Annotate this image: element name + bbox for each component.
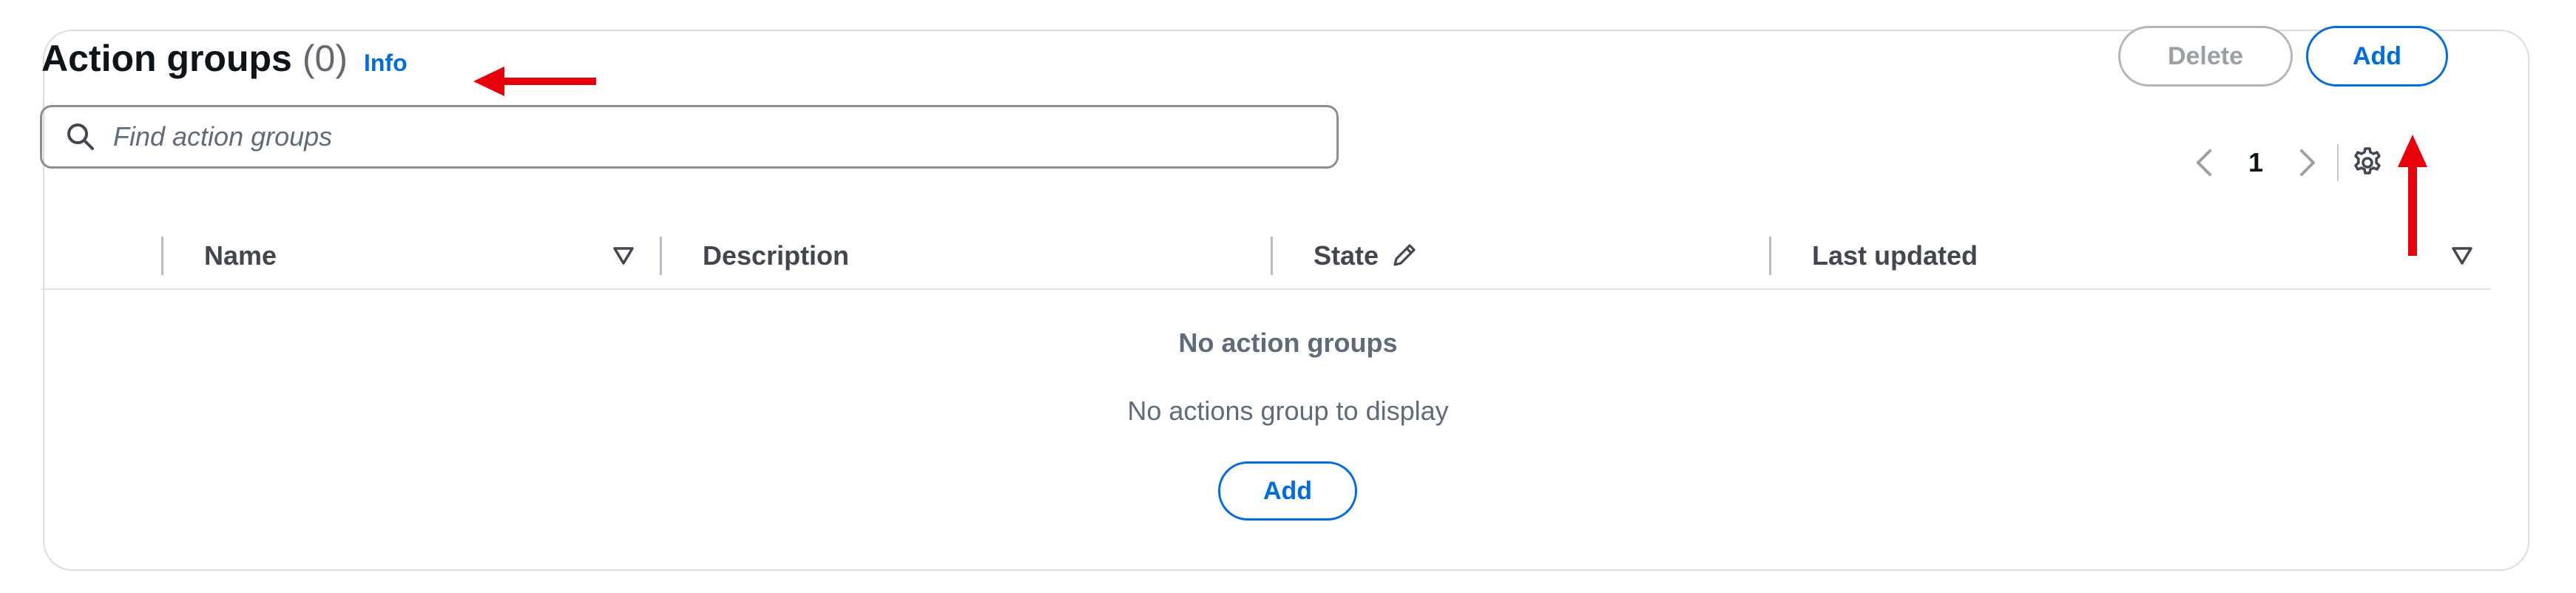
empty-state-description: No actions group to display (1127, 396, 1449, 426)
pagination-divider (2337, 144, 2339, 181)
search-input[interactable] (112, 121, 1298, 153)
action-groups-count: (0) (302, 38, 348, 79)
info-link[interactable]: Info (364, 50, 408, 77)
column-header-state[interactable]: State (1314, 237, 1379, 275)
next-page-button[interactable] (2293, 144, 2322, 181)
delete-button[interactable]: Delete (2118, 26, 2293, 87)
chevron-right-icon (2300, 149, 2316, 176)
panel-header: Action groups (0) Info (41, 37, 408, 80)
add-button[interactable]: Add (2306, 26, 2448, 87)
current-page[interactable]: 1 (2248, 147, 2263, 178)
column-divider (161, 237, 163, 275)
column-divider (660, 237, 662, 275)
sort-descending-icon[interactable] (611, 243, 636, 268)
column-header-name[interactable]: Name (204, 237, 277, 275)
previous-page-button[interactable] (2189, 144, 2219, 181)
edit-pencil-icon (1393, 244, 1416, 266)
column-header-last-updated[interactable]: Last updated (1812, 237, 1978, 275)
empty-state-add-button[interactable]: Add (1218, 461, 1357, 521)
annotation-arrow-left-icon (473, 67, 596, 96)
annotation-arrow-up-icon (2398, 135, 2427, 256)
empty-state-title: No action groups (1178, 328, 1398, 358)
column-divider (1769, 237, 1771, 275)
preferences-gear-icon[interactable] (2349, 144, 2386, 181)
column-header-description[interactable]: Description (703, 237, 849, 275)
sort-descending-icon[interactable] (2450, 243, 2475, 268)
column-divider (1271, 237, 1273, 275)
table-header: Name Description State Last updated (41, 222, 2491, 290)
pagination: 1 (2189, 144, 2386, 181)
chevron-left-icon (2197, 149, 2211, 176)
search-icon (64, 121, 97, 153)
search-field[interactable] (40, 105, 1339, 169)
page-title: Action groups (41, 38, 292, 79)
